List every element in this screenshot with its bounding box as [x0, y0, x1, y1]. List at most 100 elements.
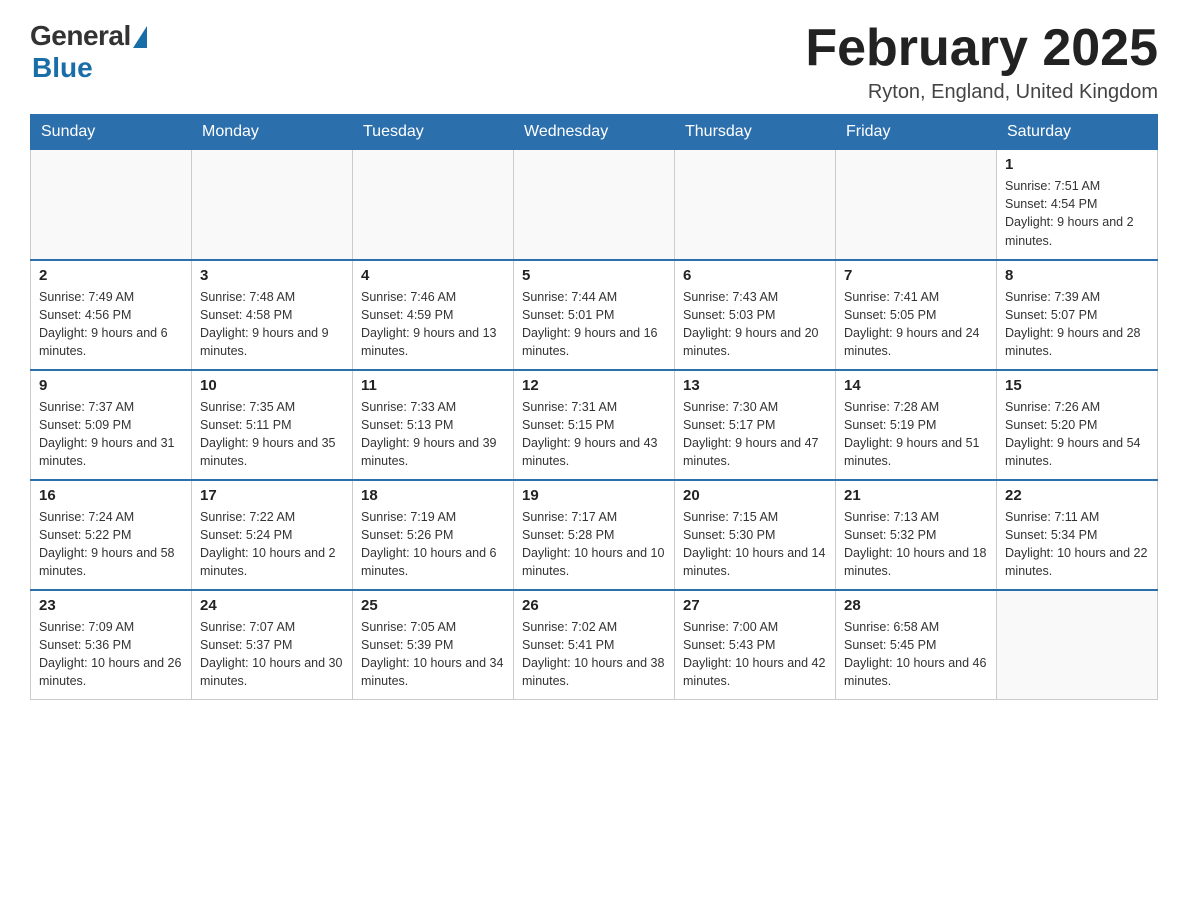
table-row: 13 Sunrise: 7:30 AM Sunset: 5:17 PM Dayli… — [675, 370, 836, 480]
day-info: Sunrise: 7:09 AM Sunset: 5:36 PM Dayligh… — [39, 618, 183, 691]
table-row: 9 Sunrise: 7:37 AM Sunset: 5:09 PM Daylig… — [31, 370, 192, 480]
day-info: Sunrise: 7:46 AM Sunset: 4:59 PM Dayligh… — [361, 288, 505, 361]
day-info: Sunrise: 7:41 AM Sunset: 5:05 PM Dayligh… — [844, 288, 988, 361]
day-number: 28 — [844, 597, 988, 614]
day-number: 23 — [39, 597, 183, 614]
table-row: 6 Sunrise: 7:43 AM Sunset: 5:03 PM Daylig… — [675, 260, 836, 370]
day-number: 1 — [1005, 156, 1149, 173]
day-info: Sunrise: 7:49 AM Sunset: 4:56 PM Dayligh… — [39, 288, 183, 361]
day-number: 27 — [683, 597, 827, 614]
day-number: 6 — [683, 267, 827, 284]
table-row — [675, 150, 836, 260]
day-info: Sunrise: 7:19 AM Sunset: 5:26 PM Dayligh… — [361, 508, 505, 581]
day-number: 13 — [683, 377, 827, 394]
calendar-header-row: Sunday Monday Tuesday Wednesday Thursday… — [31, 115, 1158, 150]
day-number: 21 — [844, 487, 988, 504]
calendar-week-row: 2 Sunrise: 7:49 AM Sunset: 4:56 PM Daylig… — [31, 260, 1158, 370]
day-info: Sunrise: 7:28 AM Sunset: 5:19 PM Dayligh… — [844, 398, 988, 471]
day-number: 24 — [200, 597, 344, 614]
day-number: 17 — [200, 487, 344, 504]
table-row — [31, 150, 192, 260]
calendar-week-row: 23 Sunrise: 7:09 AM Sunset: 5:36 PM Dayli… — [31, 590, 1158, 700]
table-row: 25 Sunrise: 7:05 AM Sunset: 5:39 PM Dayli… — [353, 590, 514, 700]
day-info: Sunrise: 7:07 AM Sunset: 5:37 PM Dayligh… — [200, 618, 344, 691]
day-info: Sunrise: 7:33 AM Sunset: 5:13 PM Dayligh… — [361, 398, 505, 471]
col-saturday: Saturday — [997, 115, 1158, 150]
table-row: 24 Sunrise: 7:07 AM Sunset: 5:37 PM Dayli… — [192, 590, 353, 700]
table-row: 15 Sunrise: 7:26 AM Sunset: 5:20 PM Dayli… — [997, 370, 1158, 480]
day-number: 15 — [1005, 377, 1149, 394]
logo-general-text: General — [30, 20, 131, 52]
location-text: Ryton, England, United Kingdom — [805, 81, 1158, 104]
day-info: Sunrise: 7:26 AM Sunset: 5:20 PM Dayligh… — [1005, 398, 1149, 471]
day-info: Sunrise: 7:05 AM Sunset: 5:39 PM Dayligh… — [361, 618, 505, 691]
table-row — [353, 150, 514, 260]
day-info: Sunrise: 7:13 AM Sunset: 5:32 PM Dayligh… — [844, 508, 988, 581]
day-number: 3 — [200, 267, 344, 284]
title-section: February 2025 Ryton, England, United Kin… — [805, 20, 1158, 104]
col-monday: Monday — [192, 115, 353, 150]
day-number: 7 — [844, 267, 988, 284]
col-tuesday: Tuesday — [353, 115, 514, 150]
day-number: 9 — [39, 377, 183, 394]
table-row: 3 Sunrise: 7:48 AM Sunset: 4:58 PM Daylig… — [192, 260, 353, 370]
day-info: Sunrise: 7:15 AM Sunset: 5:30 PM Dayligh… — [683, 508, 827, 581]
table-row: 7 Sunrise: 7:41 AM Sunset: 5:05 PM Daylig… — [836, 260, 997, 370]
table-row: 22 Sunrise: 7:11 AM Sunset: 5:34 PM Dayli… — [997, 480, 1158, 590]
day-number: 12 — [522, 377, 666, 394]
table-row: 12 Sunrise: 7:31 AM Sunset: 5:15 PM Dayli… — [514, 370, 675, 480]
table-row: 19 Sunrise: 7:17 AM Sunset: 5:28 PM Dayli… — [514, 480, 675, 590]
table-row: 1Sunrise: 7:51 AM Sunset: 4:54 PM Daylig… — [997, 150, 1158, 260]
table-row: 27Sunrise: 7:00 AM Sunset: 5:43 PM Dayli… — [675, 590, 836, 700]
day-info: Sunrise: 7:43 AM Sunset: 5:03 PM Dayligh… — [683, 288, 827, 361]
calendar-table: Sunday Monday Tuesday Wednesday Thursday… — [30, 114, 1158, 700]
day-info: Sunrise: 7:44 AM Sunset: 5:01 PM Dayligh… — [522, 288, 666, 361]
page-header: General Blue February 2025 Ryton, Englan… — [30, 20, 1158, 104]
table-row — [192, 150, 353, 260]
table-row: 21 Sunrise: 7:13 AM Sunset: 5:32 PM Dayli… — [836, 480, 997, 590]
table-row: 28 Sunrise: 6:58 AM Sunset: 5:45 PM Dayli… — [836, 590, 997, 700]
day-number: 25 — [361, 597, 505, 614]
day-info: Sunrise: 7:37 AM Sunset: 5:09 PM Dayligh… — [39, 398, 183, 471]
day-info: Sunrise: 6:58 AM Sunset: 5:45 PM Dayligh… — [844, 618, 988, 691]
table-row: 20 Sunrise: 7:15 AM Sunset: 5:30 PM Dayli… — [675, 480, 836, 590]
day-info: Sunrise: 7:02 AM Sunset: 5:41 PM Dayligh… — [522, 618, 666, 691]
table-row: 10Sunrise: 7:35 AM Sunset: 5:11 PM Dayli… — [192, 370, 353, 480]
day-info: Sunrise: 7:11 AM Sunset: 5:34 PM Dayligh… — [1005, 508, 1149, 581]
day-number: 2 — [39, 267, 183, 284]
day-info: Sunrise: 7:30 AM Sunset: 5:17 PM Dayligh… — [683, 398, 827, 471]
day-number: 18 — [361, 487, 505, 504]
calendar-week-row: 9 Sunrise: 7:37 AM Sunset: 5:09 PM Daylig… — [31, 370, 1158, 480]
day-number: 5 — [522, 267, 666, 284]
day-number: 11 — [361, 377, 505, 394]
table-row: 17 Sunrise: 7:22 AM Sunset: 5:24 PM Dayli… — [192, 480, 353, 590]
day-info: Sunrise: 7:17 AM Sunset: 5:28 PM Dayligh… — [522, 508, 666, 581]
calendar-week-row: 1Sunrise: 7:51 AM Sunset: 4:54 PM Daylig… — [31, 150, 1158, 260]
day-number: 26 — [522, 597, 666, 614]
day-number: 19 — [522, 487, 666, 504]
col-sunday: Sunday — [31, 115, 192, 150]
day-number: 16 — [39, 487, 183, 504]
day-info: Sunrise: 7:31 AM Sunset: 5:15 PM Dayligh… — [522, 398, 666, 471]
day-number: 14 — [844, 377, 988, 394]
table-row — [514, 150, 675, 260]
logo-blue-text: Blue — [32, 52, 93, 84]
day-number: 22 — [1005, 487, 1149, 504]
day-info: Sunrise: 7:22 AM Sunset: 5:24 PM Dayligh… — [200, 508, 344, 581]
table-row: 4 Sunrise: 7:46 AM Sunset: 4:59 PM Daylig… — [353, 260, 514, 370]
day-info: Sunrise: 7:48 AM Sunset: 4:58 PM Dayligh… — [200, 288, 344, 361]
table-row: 14 Sunrise: 7:28 AM Sunset: 5:19 PM Dayli… — [836, 370, 997, 480]
logo: General Blue — [30, 20, 147, 84]
day-number: 20 — [683, 487, 827, 504]
table-row: 2 Sunrise: 7:49 AM Sunset: 4:56 PM Daylig… — [31, 260, 192, 370]
day-info: Sunrise: 7:35 AM Sunset: 5:11 PM Dayligh… — [200, 398, 344, 471]
table-row: 8Sunrise: 7:39 AM Sunset: 5:07 PM Daylig… — [997, 260, 1158, 370]
table-row: 26 Sunrise: 7:02 AM Sunset: 5:41 PM Dayli… — [514, 590, 675, 700]
table-row: 18 Sunrise: 7:19 AM Sunset: 5:26 PM Dayli… — [353, 480, 514, 590]
table-row — [997, 590, 1158, 700]
month-title: February 2025 — [805, 20, 1158, 77]
col-thursday: Thursday — [675, 115, 836, 150]
col-wednesday: Wednesday — [514, 115, 675, 150]
table-row: 16Sunrise: 7:24 AM Sunset: 5:22 PM Dayli… — [31, 480, 192, 590]
day-number: 4 — [361, 267, 505, 284]
